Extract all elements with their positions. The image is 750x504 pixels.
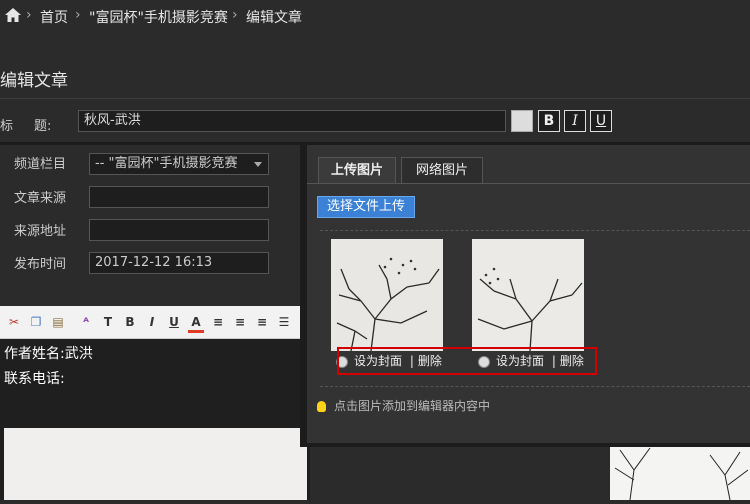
tree-photo-image <box>331 239 443 351</box>
publish-time-input[interactable]: 2017-12-12 16:13 <box>89 252 269 274</box>
title-input[interactable]: 秋风-武洪 <box>78 110 506 132</box>
tab-web-image[interactable]: 网络图片 <box>401 157 483 183</box>
bold-button[interactable]: B <box>538 110 560 132</box>
source-url-label: 来源地址 <box>14 224 67 239</box>
align-center-icon[interactable]: ≡ <box>232 314 248 330</box>
text-size-icon[interactable]: T <box>100 314 116 330</box>
underline-button[interactable]: U <box>590 110 612 132</box>
editor-phone-line: 联系电话: <box>4 371 65 387</box>
image-thumbnail[interactable] <box>472 239 584 351</box>
tree-branches-image <box>614 447 749 501</box>
source-input[interactable] <box>89 186 269 208</box>
home-icon[interactable] <box>5 8 21 22</box>
channel-select[interactable]: -- "富园杯"手机摄影竞赛 <box>89 153 269 175</box>
highlight-box <box>337 347 597 375</box>
title-label: 题: <box>34 119 52 134</box>
source-url-input[interactable] <box>89 219 269 241</box>
hint-text: 点击图片添加到编辑器内容中 <box>334 399 491 413</box>
font-color-icon[interactable]: A <box>188 314 204 333</box>
title-color-picker[interactable] <box>511 110 533 132</box>
publish-time-label: 发布时间 <box>14 257 67 272</box>
editor-toolbar: ✂ ❐ ▤ ᴬ T B I U A ≡ ≡ ≡ ☰ <box>0 306 310 339</box>
lightbulb-icon <box>317 401 326 412</box>
underline-icon[interactable]: U <box>166 314 182 330</box>
cut-icon[interactable]: ✂ <box>6 314 22 330</box>
channel-label: 频道栏目 <box>14 157 67 172</box>
select-file-upload-button[interactable]: 选择文件上传 <box>317 196 415 218</box>
breadcrumb-contest-link[interactable]: "富园杯"手机摄影竞赛 <box>89 7 228 27</box>
channel-select-value: -- "富园杯"手机摄影竞赛 <box>95 156 238 171</box>
breadcrumb-home-link[interactable]: 首页 <box>40 7 68 27</box>
align-right-icon[interactable]: ≡ <box>254 314 270 330</box>
breadcrumb-separator: › <box>75 7 81 23</box>
italic-icon[interactable]: I <box>144 314 160 330</box>
tab-upload-image[interactable]: 上传图片 <box>318 157 396 183</box>
page-title: 编辑文章 <box>0 71 68 91</box>
editor-image <box>4 428 307 500</box>
tab-divider <box>307 183 750 184</box>
image-thumbnail[interactable] <box>331 239 443 351</box>
tree-photo-image <box>472 239 584 351</box>
chevron-down-icon <box>254 162 262 167</box>
divider <box>0 98 750 99</box>
italic-button[interactable]: I <box>564 110 586 132</box>
breadcrumb-separator: › <box>232 7 238 23</box>
editor-author-line: 作者姓名:武洪 <box>4 346 93 362</box>
ordered-list-icon[interactable]: ☰ <box>276 314 292 330</box>
breadcrumb-current: 编辑文章 <box>246 10 302 26</box>
paste-icon[interactable]: ▤ <box>50 314 66 330</box>
breadcrumb-separator: › <box>26 7 32 23</box>
background-image <box>610 440 750 501</box>
breadcrumb: › 首页 › "富园杯"手机摄影竞赛 › 编辑文章 <box>0 0 750 34</box>
bold-icon[interactable]: B <box>122 314 138 330</box>
title-label: 标 <box>0 119 14 134</box>
image-upload-dialog: 上传图片 网络图片 选择文件上传 设为封面 | 删除 设为封面 | 删除 点击图… <box>300 145 750 447</box>
format-painter-icon[interactable]: ᴬ <box>78 314 94 330</box>
source-label: 文章来源 <box>14 191 67 206</box>
image-gallery: 设为封面 | 删除 设为封面 | 删除 <box>320 230 750 387</box>
align-left-icon[interactable]: ≡ <box>210 314 226 330</box>
copy-icon[interactable]: ❐ <box>28 314 44 330</box>
dialog-hint: 点击图片添加到编辑器内容中 <box>317 397 490 414</box>
